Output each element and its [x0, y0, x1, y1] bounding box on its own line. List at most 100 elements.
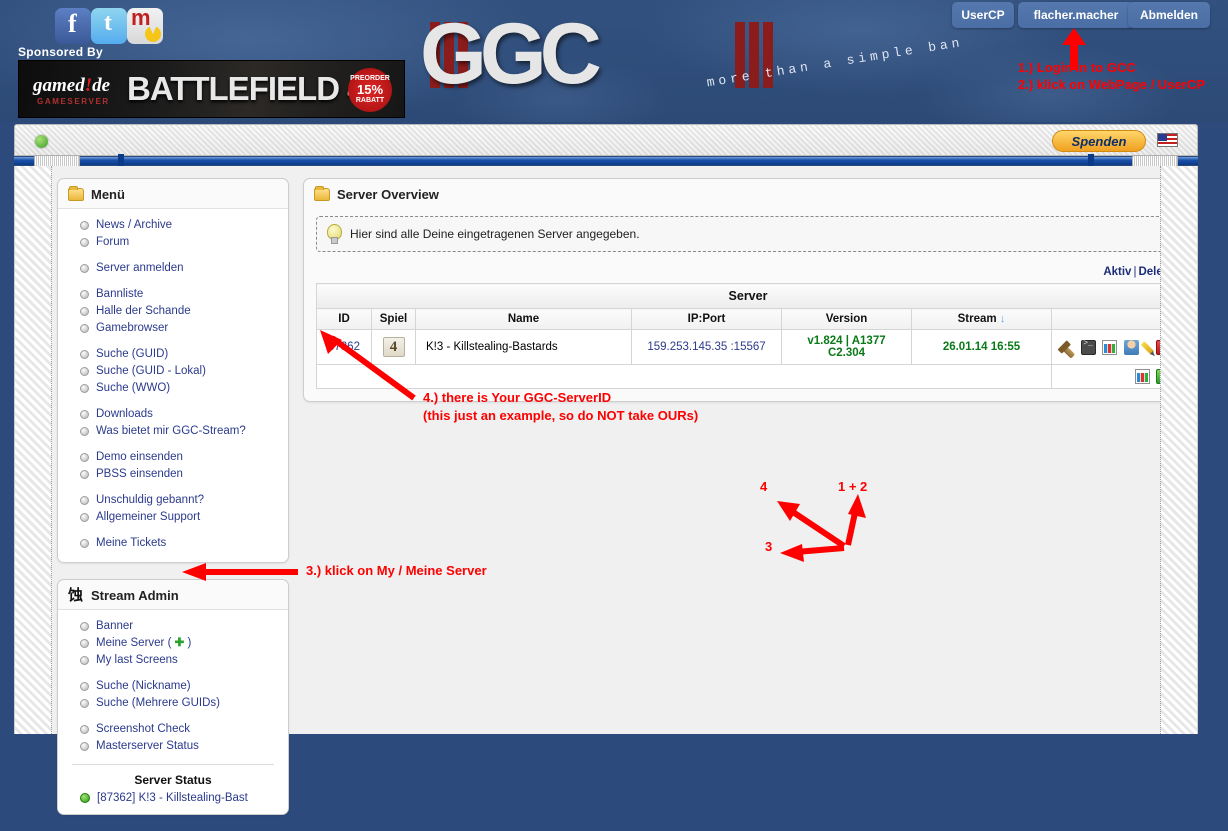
sidebar-item-suche-guid[interactable]: Suche (GUID): [58, 346, 288, 363]
user-icon[interactable]: [1123, 339, 1139, 355]
mirc-icon[interactable]: [127, 5, 163, 44]
annotation-diagram-3: 3: [765, 539, 773, 554]
delete-icon[interactable]: [1156, 338, 1171, 355]
chart-icon[interactable]: [1134, 369, 1150, 384]
hammer-icon[interactable]: [1061, 344, 1076, 359]
chart-icon[interactable]: [1102, 339, 1118, 355]
sidebar-item-pbss-einsenden[interactable]: PBSS einsenden: [58, 466, 288, 483]
sidebar-link-news[interactable]: News / Archive: [96, 218, 172, 233]
bullet-icon: [80, 238, 89, 247]
filter-deleted-link[interactable]: Deleted: [1138, 266, 1180, 278]
sidebar-item-my-last-screens[interactable]: My last Screens: [58, 652, 288, 669]
ip-port-link[interactable]: 159.253.145.35 :15567: [647, 341, 765, 353]
add-icon[interactable]: [1156, 365, 1171, 384]
sidebar-link-suche-guid[interactable]: Suche (GUID): [96, 347, 168, 362]
sidebar-link-allgemeiner-support[interactable]: Allgemeiner Support: [96, 510, 200, 525]
col-header-spiel[interactable]: Spiel: [371, 308, 416, 330]
sidebar-item-halle-der-schande[interactable]: Halle der Schande: [58, 303, 288, 320]
table-caption: Server: [316, 283, 1180, 309]
sidebar-item-allgemeiner-support[interactable]: Allgemeiner Support: [58, 509, 288, 526]
annotation-step-3: 3.) klick on My / Meine Server: [306, 563, 487, 578]
ad-discount-badge: PREORDER 15% RABATT: [348, 68, 392, 112]
bullet-icon: [80, 639, 89, 648]
sidebar-link-banner[interactable]: Banner: [96, 619, 133, 634]
sidebar-item-was-bietet-mir[interactable]: Was bietet mir GGC-Stream?: [58, 423, 288, 440]
sidebar-item-suche-wwo[interactable]: Suche (WWO): [58, 380, 288, 397]
sidebar-link-gamebrowser[interactable]: Gamebrowser: [96, 321, 168, 336]
sidebar-item-bannliste[interactable]: Bannliste: [58, 286, 288, 303]
sidebar-item-suche-guid-lokal[interactable]: Suche (GUID - Lokal): [58, 363, 288, 380]
sidebar-link-masterserver-status[interactable]: Masterserver Status: [96, 739, 199, 754]
sidebar-link-pbss-einsenden[interactable]: PBSS einsenden: [96, 467, 183, 482]
sidebar-link-meine-server[interactable]: Meine Server ( ✚ ): [96, 636, 191, 651]
sidebar: Menü News / Archive Forum Server anmelde…: [57, 178, 289, 831]
facebook-icon[interactable]: [55, 8, 91, 44]
sidebar-link-suche-nickname[interactable]: Suche (Nickname): [96, 679, 191, 694]
bullet-icon: [80, 367, 89, 376]
table-footer-row: [316, 364, 1180, 389]
sidebar-link-bannliste[interactable]: Bannliste: [96, 287, 143, 302]
filter-aktiv-link[interactable]: Aktiv: [1103, 266, 1131, 278]
sidebar-link-unschuldig-gebannt[interactable]: Unschuldig gebannt?: [96, 493, 204, 508]
sidebar-item-suche-nickname[interactable]: Suche (Nickname): [58, 678, 288, 695]
sidebar-link-downloads[interactable]: Downloads: [96, 407, 153, 422]
edit-icon[interactable]: [1140, 340, 1155, 355]
col-header-version[interactable]: Version: [781, 308, 912, 330]
sidebar-item-forum[interactable]: Forum: [58, 234, 288, 251]
col-header-actions: [1051, 308, 1180, 330]
sidebar-link-suche-wwo[interactable]: Suche (WWO): [96, 381, 170, 396]
usercp-button[interactable]: UserCP: [952, 2, 1014, 28]
sidebar-item-unschuldig-gebannt[interactable]: Unschuldig gebannt?: [58, 492, 288, 509]
sidebar-item-suche-mehrere-guids[interactable]: Suche (Mehrere GUIDs): [58, 695, 288, 712]
table-header-row: ID Spiel Name IP:Port Version Stream ↓: [316, 308, 1180, 330]
divider: [72, 764, 274, 765]
bullet-icon: [80, 725, 89, 734]
stream-admin-panel: Stream Admin Banner Meine Server ( ✚ ) M…: [57, 579, 289, 815]
page-body: Menü News / Archive Forum Server anmelde…: [14, 166, 1198, 815]
sponsor-ad-banner[interactable]: gamed!de GAMESERVER BATTLEFIELD 4 PREORD…: [18, 60, 405, 118]
sidebar-link-halle-der-schande[interactable]: Halle der Schande: [96, 304, 191, 319]
sidebar-link-suche-mehrere-guids[interactable]: Suche (Mehrere GUIDs): [96, 696, 220, 711]
donate-button[interactable]: Spenden: [1052, 130, 1146, 152]
sidebar-link-demo-einsenden[interactable]: Demo einsenden: [96, 450, 183, 465]
sidebar-item-demo-einsenden[interactable]: Demo einsenden: [58, 449, 288, 466]
cell-ip-port[interactable]: 159.253.145.35 :15567: [631, 329, 782, 365]
sidebar-item-meine-tickets[interactable]: Meine Tickets: [58, 535, 288, 552]
sidebar-item-gamebrowser[interactable]: Gamebrowser: [58, 320, 288, 337]
col-header-ipport[interactable]: IP:Port: [631, 308, 782, 330]
sidebar-link-suche-guid-lokal[interactable]: Suche (GUID - Lokal): [96, 364, 206, 379]
sidebar-item-masterserver-status[interactable]: Masterserver Status: [58, 738, 288, 755]
twitter-icon[interactable]: [91, 8, 127, 44]
sidebar-item-meine-server[interactable]: Meine Server ( ✚ ): [58, 635, 288, 652]
sidebar-item-downloads[interactable]: Downloads: [58, 406, 288, 423]
bullet-icon: [80, 742, 89, 751]
us-flag-icon[interactable]: [1157, 133, 1178, 147]
logout-button[interactable]: Abmelden: [1128, 2, 1210, 28]
sidebar-link-was-bietet-mir[interactable]: Was bietet mir GGC-Stream?: [96, 424, 246, 439]
sidebar-item-server-anmelden[interactable]: Server anmelden: [58, 260, 288, 277]
page-title: Server Overview: [337, 187, 439, 202]
sort-descending-icon[interactable]: ↓: [1000, 313, 1006, 325]
server-status-item[interactable]: [87362] K!3 - Killstealing-Bast: [58, 792, 288, 804]
lightbulb-icon: [327, 224, 342, 244]
col-header-name[interactable]: Name: [415, 308, 632, 330]
sidebar-item-banner[interactable]: Banner: [58, 618, 288, 635]
ad-title: BATTLEFIELD 4: [127, 70, 366, 107]
sidebar-link-forum[interactable]: Forum: [96, 235, 129, 250]
ggc-logo[interactable]: GGC: [420, 5, 602, 104]
sidebar-link-server-anmelden[interactable]: Server anmelden: [96, 261, 184, 276]
sidebar-item-screenshot-check[interactable]: Screenshot Check: [58, 721, 288, 738]
console-icon[interactable]: [1081, 339, 1097, 355]
sidebar-link-my-last-screens[interactable]: My last Screens: [96, 653, 178, 668]
col-header-stream[interactable]: Stream ↓: [911, 308, 1052, 330]
filter-links: Aktiv | Deleted: [304, 252, 1192, 283]
col-header-id[interactable]: ID: [316, 308, 372, 330]
stream-admin-body: Banner Meine Server ( ✚ ) My last Screen…: [58, 609, 288, 814]
username-button[interactable]: flacher.macher: [1018, 2, 1134, 28]
toolbar-bar: Spenden: [14, 124, 1198, 156]
sponsored-by-label: Sponsored By: [18, 45, 103, 59]
sidebar-link-screenshot-check[interactable]: Screenshot Check: [96, 722, 190, 737]
sidebar-link-meine-tickets[interactable]: Meine Tickets: [96, 536, 166, 551]
server-status-link[interactable]: [87362] K!3 - Killstealing-Bast: [97, 792, 248, 804]
sidebar-item-news[interactable]: News / Archive: [58, 217, 288, 234]
